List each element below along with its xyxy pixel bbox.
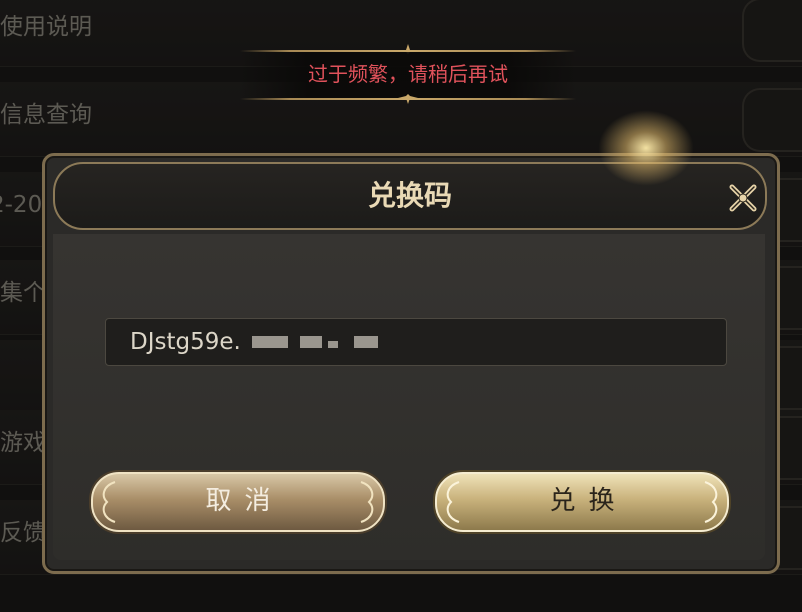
redeem-button-label: 兑换: [549, 486, 628, 516]
redeem-button[interactable]: 兑换: [435, 472, 729, 532]
redeem-code-input[interactable]: DJstg59e.: [105, 318, 727, 366]
dialog-body: DJstg59e. 取消 兑换: [53, 234, 765, 560]
button-ornament-icon: [704, 481, 718, 523]
cancel-button[interactable]: 取消: [91, 472, 385, 532]
redeem-code-value: DJstg59e.: [130, 329, 241, 355]
button-ornament-icon: [360, 481, 374, 523]
glow-effect: [598, 110, 694, 186]
toast-ornament-icon: [398, 94, 418, 104]
censored-text-mask: [328, 341, 338, 348]
toast-message: 过于频繁，请稍后再试: [308, 62, 508, 86]
cancel-button-label: 取消: [205, 486, 284, 516]
censored-text-mask: [252, 336, 288, 348]
censored-text-mask: [300, 336, 322, 348]
redeem-code-dialog: 兑换码 DJstg59e. 取消 兑换: [42, 153, 780, 574]
censored-text-mask: [354, 336, 378, 348]
toast-notification: 过于频繁，请稍后再试: [240, 44, 576, 104]
close-button[interactable]: [723, 178, 763, 218]
close-x-icon: [729, 184, 757, 212]
